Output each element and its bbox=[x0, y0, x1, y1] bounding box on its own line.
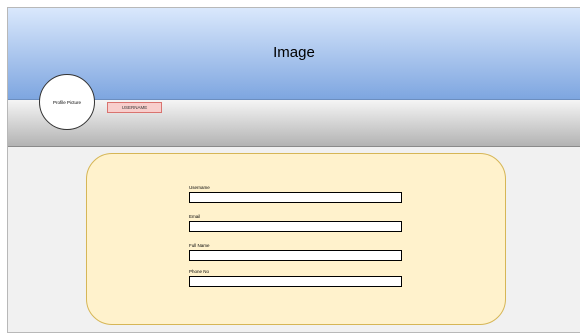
username-badge-label: USERNAME bbox=[121, 105, 148, 110]
username-field[interactable] bbox=[189, 192, 402, 203]
profile-form-card: Username Email Full Name Phone No bbox=[86, 153, 506, 325]
full-name-field-label: Full Name bbox=[189, 243, 210, 248]
email-field[interactable] bbox=[189, 221, 402, 232]
profile-picture[interactable]: Profile Picture bbox=[39, 74, 95, 130]
profile-picture-label: Profile Picture bbox=[52, 99, 81, 105]
header-banner-image: Image bbox=[8, 8, 580, 100]
phone-field[interactable] bbox=[189, 276, 402, 287]
email-field-label: Email bbox=[189, 214, 201, 219]
phone-field-label: Phone No bbox=[189, 269, 210, 274]
username-field-label: Username bbox=[189, 185, 210, 190]
banner-title: Image bbox=[273, 44, 315, 61]
app-frame: Image Profile Picture USERNAME Username … bbox=[7, 7, 580, 333]
full-name-field[interactable] bbox=[189, 250, 402, 261]
username-badge: USERNAME bbox=[107, 102, 162, 113]
